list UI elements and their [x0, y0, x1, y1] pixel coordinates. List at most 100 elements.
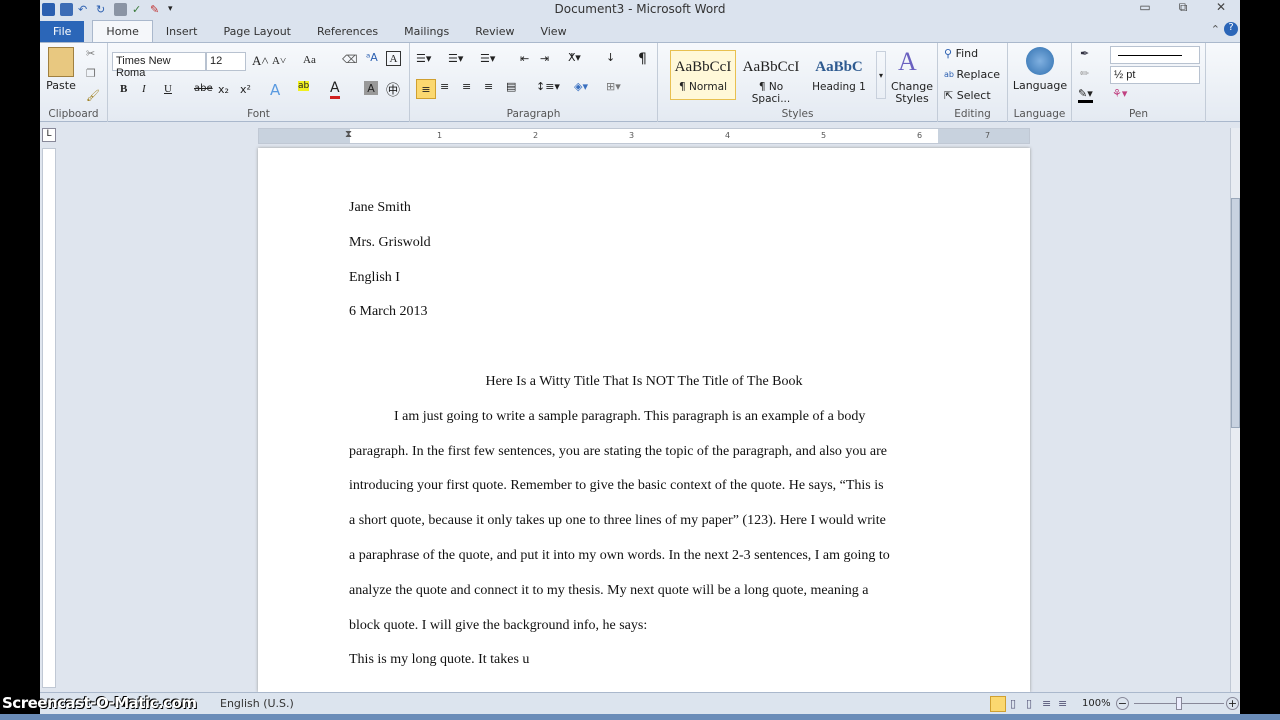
strikethrough-button[interactable]: abe — [194, 83, 213, 94]
highlight-icon[interactable]: ab — [298, 81, 310, 91]
tab-insert[interactable]: Insert — [153, 21, 211, 42]
zoom-in-button[interactable]: + — [1226, 697, 1239, 710]
paste-icon[interactable] — [48, 47, 74, 77]
scrollbar-thumb[interactable] — [1231, 198, 1240, 428]
multilevel-list-icon[interactable]: ☰▾ — [480, 52, 495, 65]
tab-references[interactable]: References — [304, 21, 391, 42]
print-layout-view-button[interactable] — [990, 695, 1006, 712]
indent-marker[interactable]: ⧗ — [345, 129, 352, 140]
vertical-ruler[interactable] — [42, 148, 56, 688]
superscript-button[interactable]: x² — [240, 83, 251, 96]
ruler-mark: 6 — [917, 131, 923, 140]
borders-icon[interactable]: ⊞▾ — [606, 80, 621, 93]
change-styles-button[interactable]: Change Styles — [890, 81, 934, 105]
replace-button[interactable]: ab Replace — [944, 68, 1000, 81]
minimize-button[interactable]: ▭ — [1126, 0, 1164, 15]
web-layout-view-button[interactable]: ▯ — [1026, 697, 1032, 710]
change-case-button[interactable]: Aa — [303, 54, 316, 66]
increase-indent-icon[interactable]: ⇥ — [540, 52, 549, 65]
horizontal-ruler[interactable]: 1 2 3 4 5 6 7 ⧗ — [258, 128, 1030, 144]
language-button[interactable]: Language — [1010, 79, 1070, 92]
sort-icon[interactable]: ↓ — [606, 51, 615, 64]
subscript-button[interactable]: x₂ — [218, 83, 229, 96]
styles-more-button[interactable]: ▾ — [876, 51, 886, 99]
line-spacing-icon[interactable]: ↕≡▾ — [536, 80, 560, 93]
align-left-button[interactable]: ≡ — [416, 79, 436, 99]
help-icon[interactable]: ? — [1224, 22, 1238, 36]
format-painter-icon[interactable]: 🖌 — [86, 89, 100, 102]
style-heading-1[interactable]: AaBbC Heading 1 — [806, 50, 872, 100]
course-name: English I — [349, 269, 400, 285]
zoom-level[interactable]: 100% — [1082, 698, 1111, 709]
align-center-button[interactable]: ≡ — [440, 80, 449, 93]
globe-icon[interactable] — [1026, 47, 1054, 75]
italic-button[interactable]: I — [142, 83, 146, 95]
shrink-font-button[interactable]: A˅ — [272, 55, 286, 67]
window-title: Document3 - Microsoft Word — [554, 2, 726, 16]
clear-formatting-icon[interactable]: ⌫ — [342, 53, 358, 66]
binoculars-icon: ⚲ — [944, 47, 956, 60]
underline-button[interactable]: U — [164, 83, 172, 95]
font-group: Times New Roma 12 A˄ A˅ Aa ⌫ ᵃA A B I U … — [108, 43, 410, 122]
bullets-icon[interactable]: ☰▾ — [416, 52, 431, 65]
align-right-button[interactable]: ≡ — [462, 80, 471, 93]
highlighter-icon[interactable]: ⚘▾ — [1112, 87, 1127, 100]
grow-font-button[interactable]: A˄ — [252, 53, 269, 69]
replace-label: Replace — [956, 68, 1001, 81]
zoom-slider-thumb[interactable] — [1176, 697, 1182, 710]
character-border-icon[interactable]: A — [386, 51, 401, 66]
show-hide-button[interactable]: ¶ — [638, 51, 647, 67]
select-label: Select — [956, 89, 991, 102]
tab-mailings[interactable]: Mailings — [391, 21, 462, 42]
style-normal[interactable]: AaBbCcI ¶ Normal — [670, 50, 736, 100]
style-sample: AaBbC — [815, 59, 863, 75]
justify-button[interactable]: ≡ — [484, 80, 493, 93]
distributed-icon[interactable]: ▤ — [506, 80, 516, 93]
pencil-icon[interactable]: ✏ — [1080, 67, 1089, 80]
select-button[interactable]: ⇱ Select — [944, 89, 991, 102]
change-styles-icon[interactable]: A — [898, 47, 917, 77]
font-color-icon[interactable]: A — [330, 80, 340, 99]
cut-icon[interactable]: ✂ — [86, 47, 95, 60]
paragraph-line: block quote. I will give the background … — [349, 617, 648, 633]
find-button[interactable]: ⚲ Find — [944, 47, 978, 60]
full-screen-view-button[interactable]: ▯ — [1010, 697, 1016, 710]
bold-button[interactable]: B — [120, 83, 127, 95]
paste-button[interactable]: Paste — [44, 79, 78, 92]
tab-page-layout[interactable]: Page Layout — [210, 21, 304, 42]
decrease-indent-icon[interactable]: ⇤ — [520, 52, 529, 65]
pen-group: ✒ ✏ ✎▾ ⚘▾ ½ pt Pen — [1072, 43, 1206, 122]
styles-label: Styles — [781, 108, 814, 120]
minimize-ribbon-icon[interactable]: ⌃ — [1211, 23, 1220, 36]
character-shading-icon[interactable]: A — [364, 81, 378, 95]
document-page[interactable]: Jane Smith Mrs. Griswold English I 6 Mar… — [258, 148, 1030, 692]
font-name-select[interactable]: Times New Roma — [112, 52, 206, 79]
copy-icon[interactable]: ❐ — [86, 67, 96, 80]
pen-icon[interactable]: ✒ — [1080, 47, 1089, 60]
restore-button[interactable]: ⧉ — [1164, 0, 1202, 15]
style-no-spacing[interactable]: AaBbCcI ¶ No Spaci... — [738, 50, 804, 105]
close-button[interactable]: ✕ — [1202, 0, 1240, 15]
zoom-out-button[interactable]: − — [1116, 697, 1129, 710]
font-size-select[interactable]: 12 — [206, 52, 246, 71]
document-body[interactable]: Jane Smith Mrs. Griswold English I 6 Mar… — [349, 198, 939, 685]
pen-color-icon[interactable]: ✎▾ — [1078, 87, 1093, 103]
draft-view-button[interactable]: ≡ — [1058, 697, 1067, 710]
language-status[interactable]: English (U.S.) — [220, 697, 294, 710]
vertical-scrollbar[interactable] — [1230, 128, 1240, 692]
tab-file[interactable]: File — [40, 21, 85, 42]
outline-view-button[interactable]: ≡ — [1042, 697, 1051, 710]
shading-icon[interactable]: ◈▾ — [574, 80, 588, 93]
tab-selector-button[interactable]: L — [42, 128, 56, 142]
text-effects-icon[interactable]: A — [270, 81, 280, 99]
style-sample: AaBbCcI — [674, 59, 732, 75]
pen-weight-select[interactable]: ½ pt — [1110, 66, 1200, 84]
tab-review[interactable]: Review — [462, 21, 527, 42]
tab-home[interactable]: Home — [92, 20, 153, 42]
enclose-characters-icon[interactable]: ㊥ — [386, 80, 400, 100]
tab-view[interactable]: View — [527, 21, 579, 42]
phonetic-guide-icon[interactable]: ᵃA — [366, 51, 378, 64]
numbering-icon[interactable]: ☰▾ — [448, 52, 463, 65]
pen-style-select[interactable] — [1110, 46, 1200, 64]
asian-layout-icon[interactable]: ⵅ▾ — [568, 51, 581, 64]
